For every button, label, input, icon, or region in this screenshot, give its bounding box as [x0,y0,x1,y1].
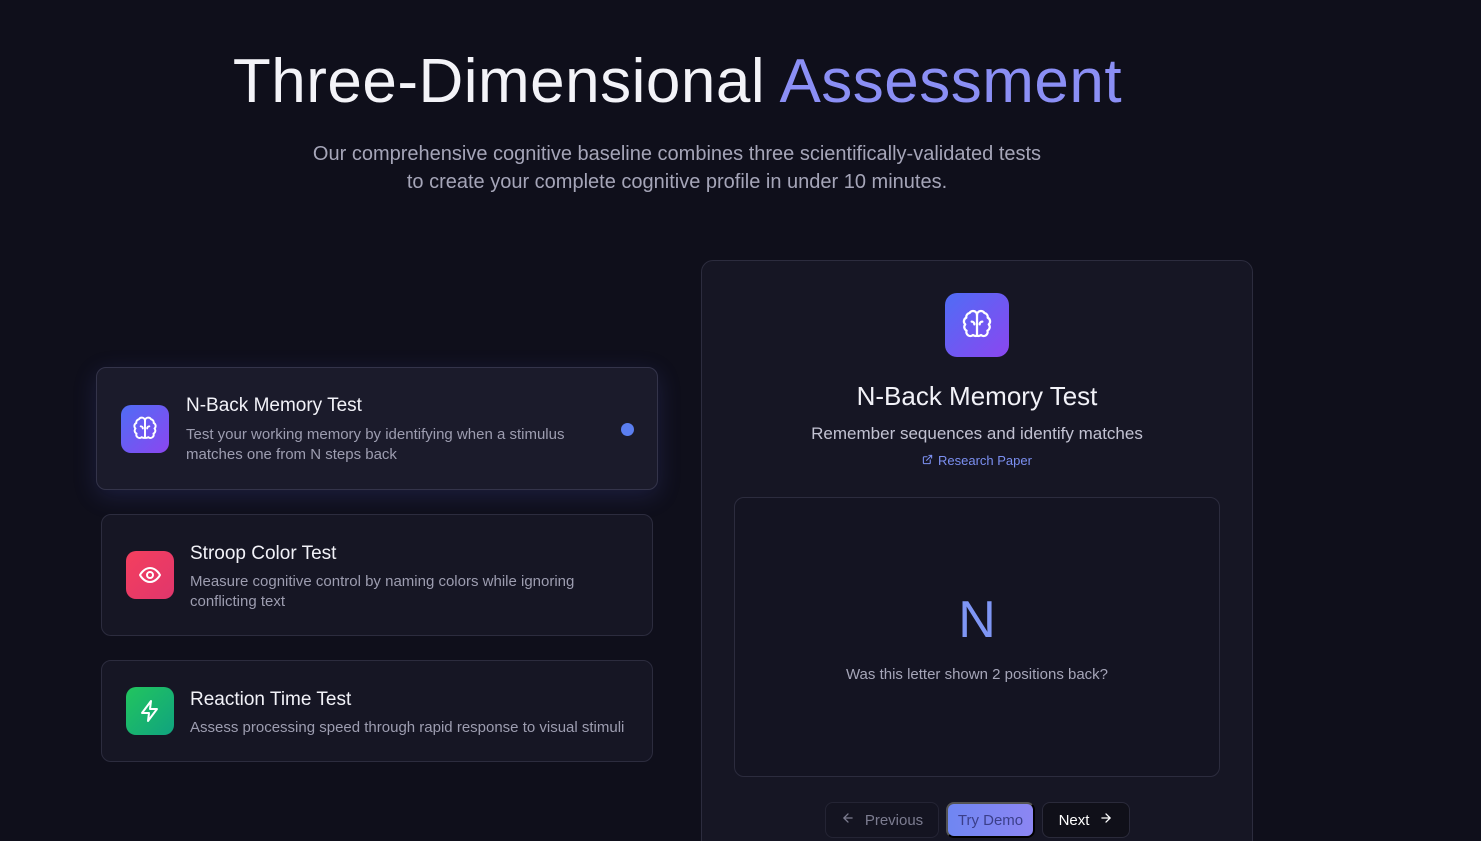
previous-button[interactable]: Previous [825,802,939,838]
eye-icon [126,551,174,599]
panel-subtitle: Remember sequences and identify matches [811,424,1143,443]
try-demo-button[interactable]: Try Demo [946,802,1035,838]
research-paper-label: Research Paper [938,453,1032,468]
panel-title: N-Back Memory Test [856,381,1098,411]
test-detail-panel: N-Back Memory Test Remember sequences an… [701,260,1253,841]
previous-button-label: Previous [864,811,924,829]
page-title: Three-Dimensional Assessment [0,46,1355,118]
demo-question: Was this letter shown 2 positions back? [845,666,1109,683]
bolt-icon [126,687,174,735]
demo-preview-box: N Was this letter shown 2 positions back… [734,497,1220,777]
try-demo-button-label: Try Demo [957,811,1024,829]
page-title-main: Three-Dimensional [232,47,766,116]
brain-icon [945,293,1009,357]
next-button[interactable]: Next [1042,802,1130,838]
arrow-left-icon [841,811,855,829]
active-indicator-dot [621,423,634,436]
test-card-description: Test your working memory by identifying … [186,426,565,463]
test-card-reaction[interactable]: Reaction Time Test Assess processing spe… [101,660,653,762]
test-card-title: Stroop Color Test [190,543,337,564]
arrow-right-icon [1099,811,1113,829]
external-link-icon [922,453,933,468]
test-card-nback[interactable]: N-Back Memory Test Test your working mem… [96,367,658,490]
test-card-title: N-Back Memory Test [186,395,362,416]
test-card-description: Measure cognitive control by naming colo… [190,573,575,610]
brain-icon [121,405,169,453]
test-card-title: Reaction Time Test [190,689,352,710]
research-paper-link[interactable]: Research Paper [702,453,1252,468]
next-button-label: Next [1058,811,1090,829]
test-card-stroop[interactable]: Stroop Color Test Measure cognitive cont… [101,514,653,636]
page-title-accent: Assessment [779,47,1123,116]
demo-stimulus-letter: N [958,591,996,649]
test-card-description: Assess processing speed through rapid re… [190,719,625,736]
page-subtitle: Our comprehensive cognitive baseline com… [312,143,1042,193]
